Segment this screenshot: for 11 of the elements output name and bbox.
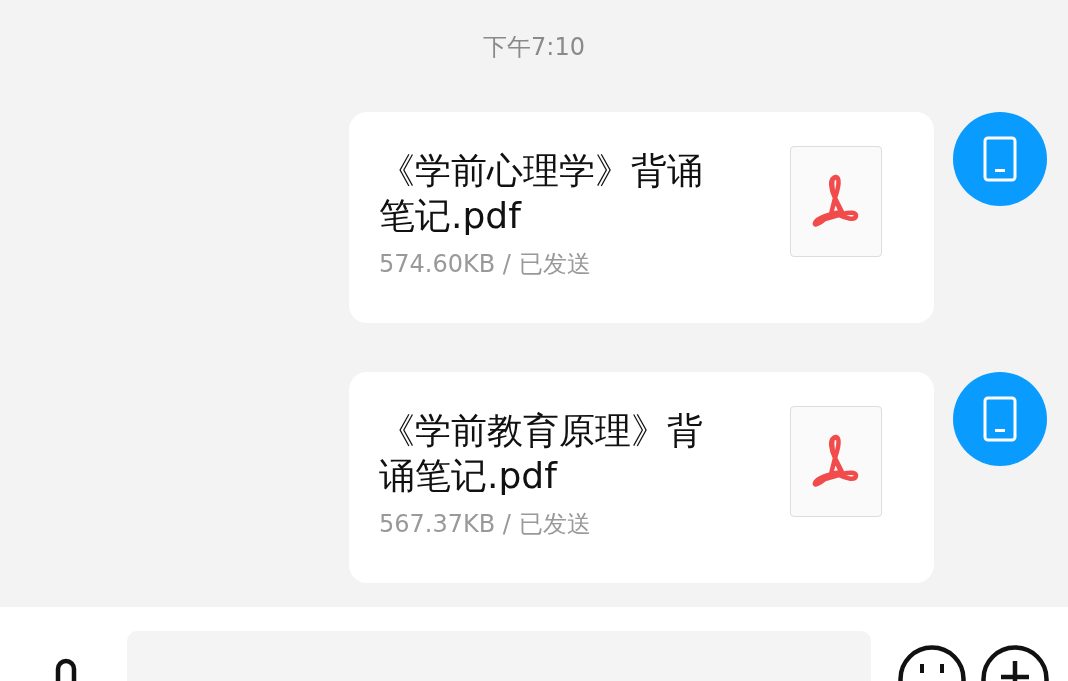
file-message-bubble[interactable]: 《学前心理学》背诵笔记.pdf 574.60KB / 已发送: [349, 112, 934, 323]
phone-icon: [983, 136, 1017, 182]
message-time: 下午7:10: [483, 32, 585, 63]
file-size-status: 567.37KB / 已发送: [379, 509, 591, 540]
file-size-status: 574.60KB / 已发送: [379, 249, 591, 280]
plus-icon[interactable]: [981, 645, 1049, 681]
file-name: 《学前心理学》背诵笔记.pdf: [379, 149, 704, 238]
emoji-icon[interactable]: [898, 645, 966, 681]
file-message-bubble[interactable]: 《学前教育原理》背诵笔记.pdf 567.37KB / 已发送: [349, 372, 934, 583]
file-name: 《学前教育原理》背诵笔记.pdf: [379, 409, 704, 498]
phone-icon: [983, 396, 1017, 442]
